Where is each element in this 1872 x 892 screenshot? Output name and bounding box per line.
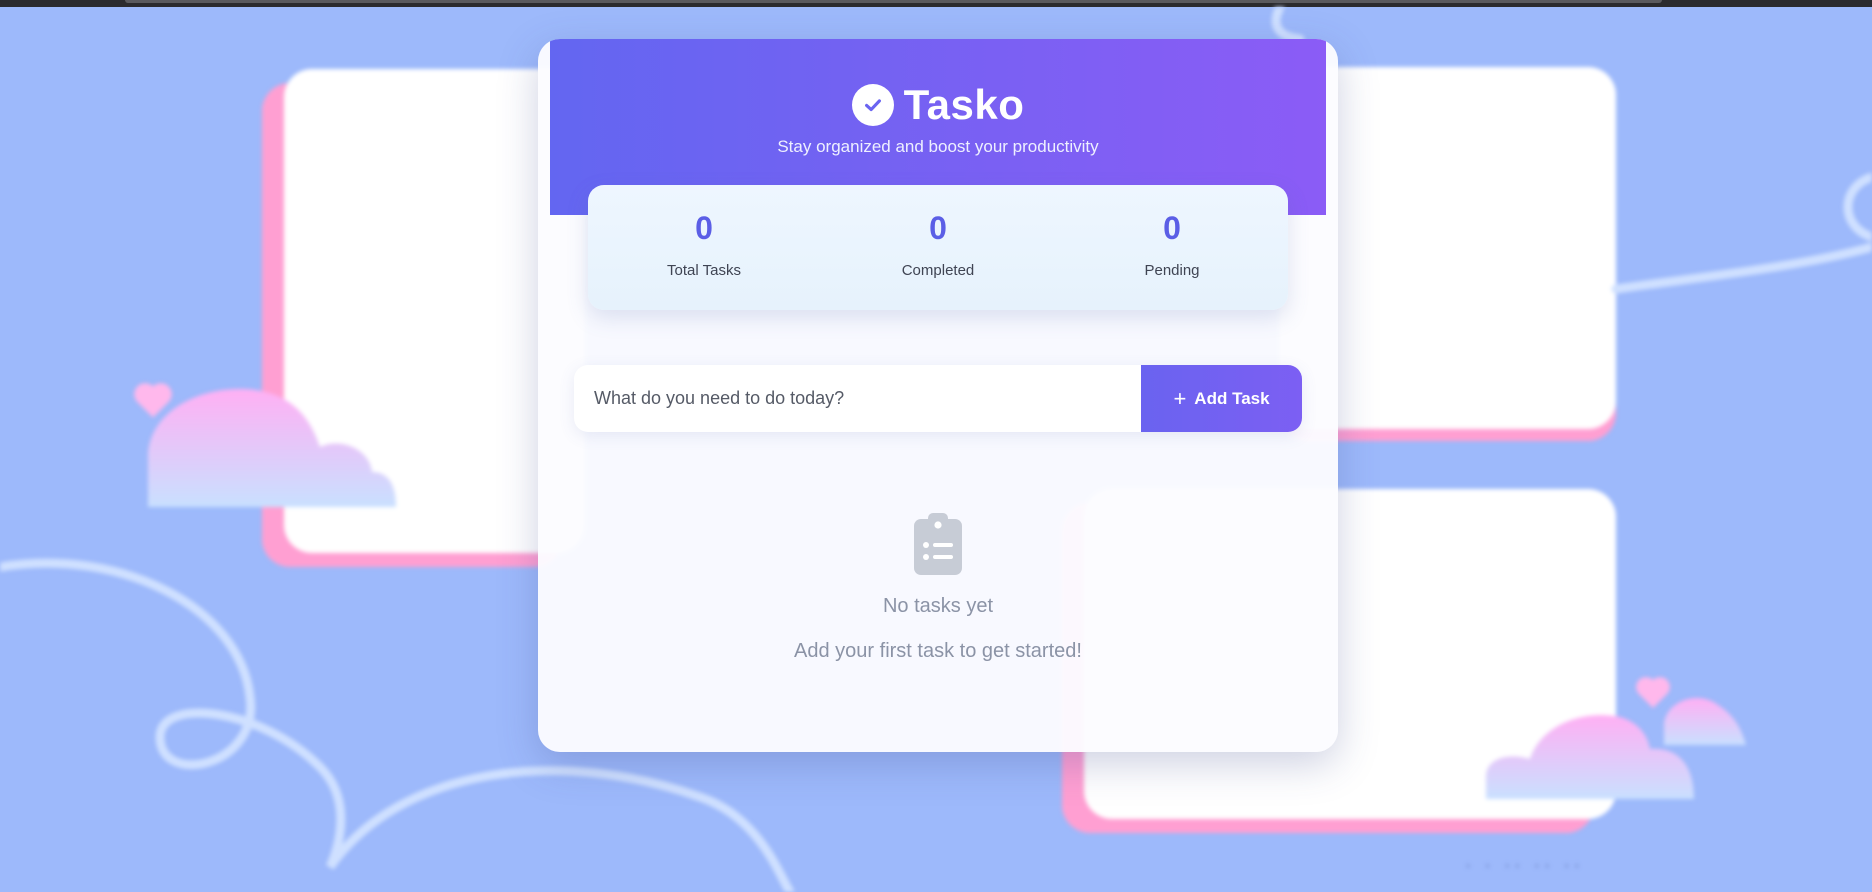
- empty-state-title: No tasks yet: [882, 595, 994, 617]
- app-tagline: Stay organized and boost your productivi…: [777, 137, 1099, 156]
- stat-pending: 0 Pending: [1092, 185, 1252, 310]
- add-task-button-label: Add Task: [1194, 388, 1270, 408]
- browser-top-bar: [0, 0, 1872, 7]
- add-task-form: + Add Task: [574, 365, 1302, 432]
- empty-state-subtitle: Add your first task to get started!: [794, 640, 1082, 662]
- task-app-card: Tasko Stay organized and boost your prod…: [538, 39, 1338, 752]
- plus-icon: +: [1173, 385, 1187, 411]
- check-circle-icon: [851, 84, 894, 126]
- stat-value: 0: [1163, 210, 1181, 246]
- stat-value: 0: [929, 210, 947, 246]
- stat-label: Pending: [1144, 262, 1200, 279]
- stat-completed: 0 Completed: [858, 185, 1018, 310]
- stat-label: Total Tasks: [667, 262, 741, 279]
- cloud-left: [148, 389, 396, 507]
- background-dots: • • •• •• ••: [1466, 859, 1585, 873]
- stats-panel: 0 Total Tasks 0 Completed 0 Pending: [588, 185, 1288, 310]
- stat-total-tasks: 0 Total Tasks: [624, 185, 784, 310]
- stat-value: 0: [695, 210, 713, 246]
- clipboard-list-icon: [914, 513, 962, 575]
- app-title: Tasko: [903, 81, 1025, 128]
- cloud-small-right: [1664, 698, 1746, 745]
- task-input[interactable]: [574, 365, 1141, 432]
- empty-state: No tasks yet Add your first task to get …: [538, 511, 1338, 663]
- stat-label: Completed: [901, 262, 975, 279]
- add-task-button[interactable]: + Add Task: [1141, 365, 1302, 432]
- brand: Tasko: [550, 81, 1326, 129]
